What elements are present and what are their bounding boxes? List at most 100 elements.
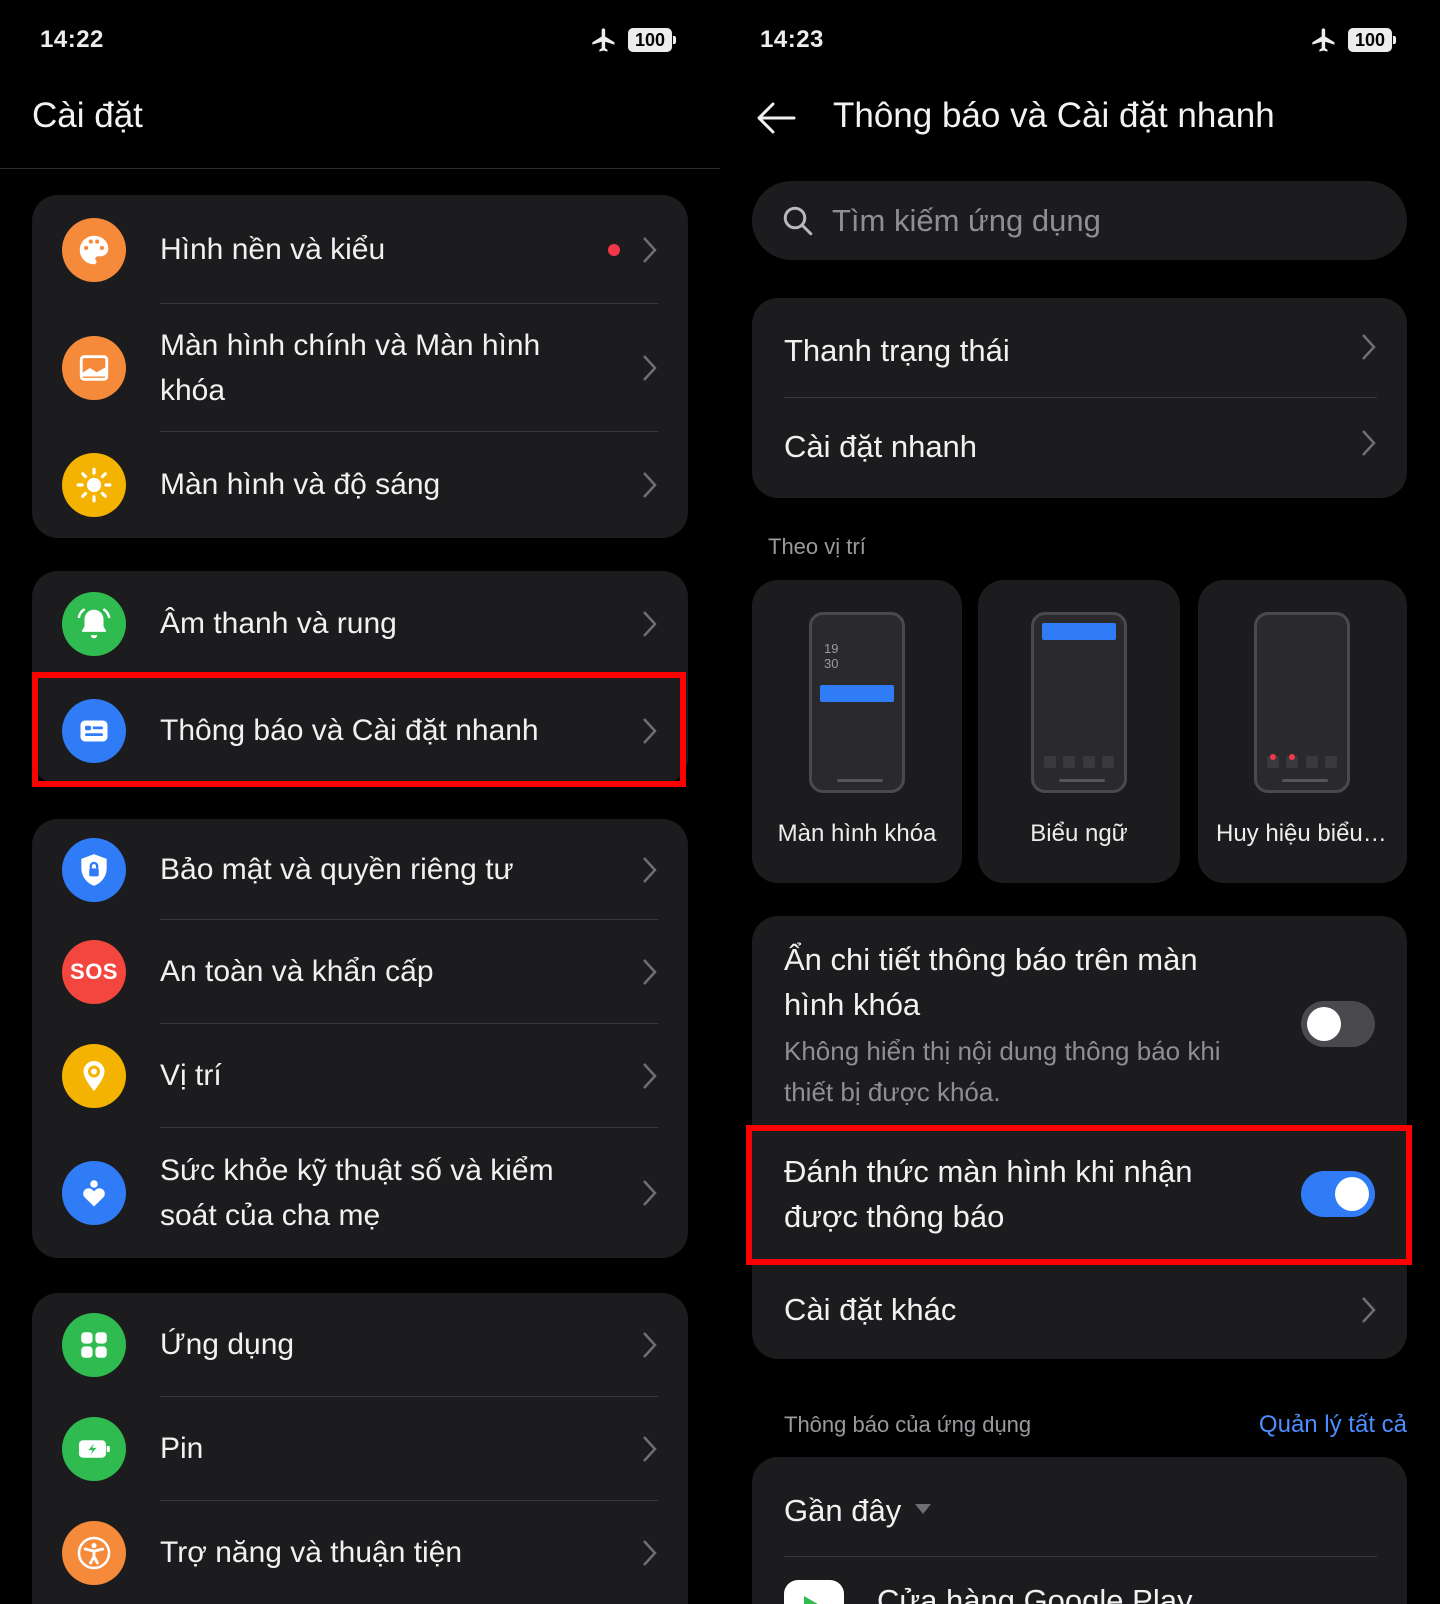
battery-icon: [62, 1417, 126, 1481]
notifications-quick-settings-screen: 14:23 100 Thông báo và Cài đặt nhanh Tìm…: [720, 0, 1440, 1604]
chevron-right-icon: [643, 1063, 657, 1089]
position-option-banner[interactable]: Biểu ngữ: [978, 580, 1180, 883]
chevron-right-icon: [643, 611, 657, 637]
app-name: Cửa hàng Google Play: [877, 1583, 1193, 1604]
status-bar: 14:22 100: [40, 22, 680, 58]
settings-item-apps[interactable]: Ứng dụng: [32, 1293, 688, 1397]
chevron-right-icon: [643, 355, 657, 381]
chevron-right-icon: [1362, 334, 1376, 360]
settings-item-home-lock-screen[interactable]: Màn hình chính và Màn hình khóa: [32, 304, 688, 432]
search-placeholder: Tìm kiếm ứng dụng: [832, 202, 1101, 238]
settings-item-label: Cài đặt nhanh: [784, 429, 978, 464]
settings-item-display-brightness[interactable]: Màn hình và độ sáng: [32, 432, 688, 538]
section-label-by-position: Theo vị trí: [768, 534, 866, 559]
sort-label: Gần đây: [784, 1493, 902, 1528]
settings-group-security: Bảo mật và quyền riêng tư SOS An toàn và…: [32, 819, 688, 1258]
page-title: Thông báo và Cài đặt nhanh: [833, 96, 1275, 135]
highlight-box: [746, 1125, 1412, 1265]
chevron-right-icon: [643, 237, 657, 263]
airplane-mode-icon: [1312, 28, 1335, 52]
dropdown-triangle-icon: [915, 1504, 931, 1514]
chevron-right-icon: [1362, 430, 1376, 456]
settings-item-label: Pin: [160, 1432, 204, 1465]
position-label: Biểu ngữ: [1030, 820, 1128, 847]
chevron-right-icon: [643, 1540, 657, 1566]
settings-group-apps: Ứng dụng Pin Trợ năng và thuận tiện: [32, 1293, 688, 1604]
settings-item-label: An toàn và khẩn cấp: [160, 955, 434, 988]
digital-wellbeing-icon: [62, 1161, 126, 1225]
sos-icon: SOS: [62, 940, 126, 1004]
google-play-icon: [784, 1580, 844, 1604]
chevron-right-icon: [643, 1180, 657, 1206]
location-icon: [62, 1044, 126, 1108]
position-label: Huy hiệu biểu tượng: [1216, 820, 1407, 847]
title-divider: [0, 168, 720, 169]
battery-indicator: 100: [628, 28, 676, 52]
settings-item-location[interactable]: Vị trí: [32, 1024, 688, 1128]
sort-dropdown-recent[interactable]: Gần đây: [752, 1457, 1407, 1556]
palette-icon: [62, 218, 126, 282]
shield-lock-icon: [62, 838, 126, 902]
settings-item-accessibility[interactable]: Trợ năng và thuận tiện: [32, 1501, 688, 1604]
settings-item-quick-settings[interactable]: Cài đặt nhanh: [752, 398, 1407, 498]
settings-item-label: Sức khỏe kỹ thuật số và kiểm soát của ch…: [160, 1154, 554, 1232]
settings-item-label: Thanh trạng thái: [784, 333, 1010, 368]
position-label: Màn hình khóa: [777, 820, 937, 847]
settings-item-sound-vibration[interactable]: Âm thanh và rung: [32, 571, 688, 677]
battery-indicator: 100: [1348, 28, 1396, 52]
status-time: 14:22: [40, 26, 104, 53]
setting-label: Ẩn chi tiết thông báo trên màn hình khóa: [784, 942, 1198, 1022]
hide-details-toggle[interactable]: [1301, 1001, 1375, 1047]
chevron-right-icon: [643, 857, 657, 883]
chevron-right-icon: [643, 959, 657, 985]
settings-item-wallpaper[interactable]: Hình nền và kiểu: [32, 195, 688, 305]
chevron-right-icon: [1362, 1297, 1376, 1323]
lock-screen-preview: 19 30: [809, 612, 905, 793]
airplane-mode-icon: [592, 28, 615, 52]
setting-description: Không hiển thị nội dung thông báo khi th…: [784, 1036, 1221, 1107]
accessibility-icon: [62, 1521, 126, 1585]
highlight-box: [32, 672, 686, 787]
position-option-lock-screen[interactable]: 19 30 Màn hình khóa: [752, 580, 962, 883]
setting-hide-lockscreen-details[interactable]: Ẩn chi tiết thông báo trên màn hình khóa…: [752, 916, 1407, 1126]
new-badge-dot: [608, 244, 620, 256]
settings-item-label: Trợ năng và thuận tiện: [160, 1536, 463, 1569]
settings-item-label: Màn hình và độ sáng: [160, 468, 441, 501]
apps-grid-icon: [62, 1313, 126, 1377]
settings-item-safety-emergency[interactable]: SOS An toàn và khẩn cấp: [32, 920, 688, 1024]
back-arrow-icon[interactable]: [754, 96, 798, 140]
brightness-icon: [62, 453, 126, 517]
page-title: Cài đặt: [32, 96, 143, 135]
settings-screen: 14:22 100 Cài đặt Hình nền và kiểu Màn h…: [0, 0, 720, 1604]
chevron-right-icon: [643, 472, 657, 498]
settings-item-label: Vị trí: [160, 1059, 222, 1092]
manage-all-link[interactable]: Quản lý tất cả: [1259, 1411, 1407, 1439]
chevron-right-icon: [643, 1436, 657, 1462]
chevron-right-icon: [643, 1332, 657, 1358]
settings-item-battery[interactable]: Pin: [32, 1397, 688, 1501]
settings-item-status-bar[interactable]: Thanh trạng thái: [752, 298, 1407, 397]
settings-item-label: Cài đặt khác: [784, 1292, 957, 1327]
settings-item-label: Âm thanh và rung: [160, 607, 397, 640]
app-notifications-list: Gần đây Cửa hàng Google Play: [752, 1457, 1407, 1604]
settings-item-label: Ứng dụng: [160, 1328, 295, 1361]
app-item-google-play[interactable]: Cửa hàng Google Play: [752, 1557, 1407, 1604]
settings-item-label: Hình nền và kiểu: [160, 233, 386, 266]
search-icon: [783, 206, 813, 236]
section-label-app-notifications: Thông báo của ứng dụng: [784, 1412, 1032, 1437]
position-option-badges[interactable]: Huy hiệu biểu tượng: [1198, 580, 1407, 883]
bell-icon: [62, 592, 126, 656]
settings-item-other-settings[interactable]: Cài đặt khác: [752, 1261, 1407, 1359]
settings-item-label: Màn hình chính và Màn hình khóa: [160, 329, 541, 407]
badges-preview: [1254, 612, 1350, 793]
settings-item-digital-wellbeing[interactable]: Sức khỏe kỹ thuật số và kiểm soát của ch…: [32, 1128, 688, 1258]
status-bar: 14:23 100: [760, 22, 1400, 58]
banner-preview: [1031, 612, 1127, 793]
settings-group-display: Hình nền và kiểu Màn hình chính và Màn h…: [32, 195, 688, 538]
status-time: 14:23: [760, 26, 824, 53]
settings-item-security-privacy[interactable]: Bảo mật và quyền riêng tư: [32, 819, 688, 921]
status-bar-settings-group: Thanh trạng thái Cài đặt nhanh: [752, 298, 1407, 498]
home-screen-icon: [62, 336, 126, 400]
settings-item-label: Bảo mật và quyền riêng tư: [160, 853, 514, 886]
search-input[interactable]: Tìm kiếm ứng dụng: [752, 181, 1407, 260]
